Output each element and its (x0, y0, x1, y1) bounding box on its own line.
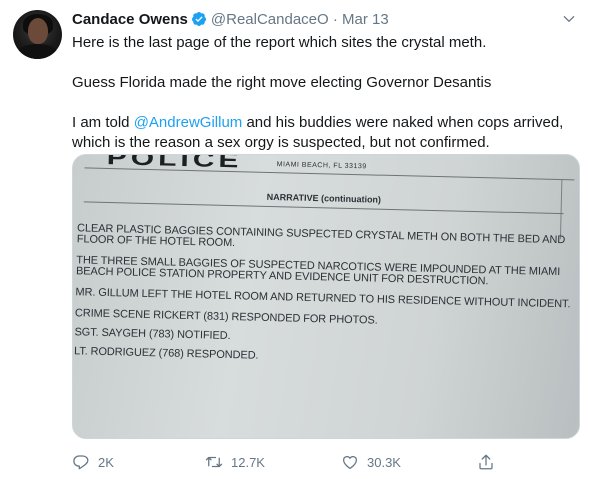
chevron-down-icon[interactable] (562, 12, 576, 26)
document-section-title: NARRATIVE (continuation) (266, 191, 382, 205)
tweet-line-3-prefix: I am told (72, 114, 134, 131)
retweet-icon (205, 456, 223, 468)
heart-icon (342, 456, 358, 470)
document-address: MIAMI BEACH, FL 33139 (276, 161, 367, 171)
avatar[interactable] (13, 10, 62, 59)
like-button[interactable]: 30.3K (341, 452, 401, 472)
verified-badge-icon (191, 12, 206, 26)
police-report-document: POLICE MIAMI BEACH, FL 33139 NARRATIVE (… (73, 155, 579, 438)
share-button[interactable] (477, 452, 503, 472)
avatar-face (28, 18, 48, 44)
retweet-count: 12.7K (231, 454, 265, 470)
like-count: 30.3K (367, 454, 401, 470)
tweet-line-3: I am told @AndrewGillum and his buddies … (72, 113, 577, 153)
document-paragraph: THE THREE SMALL BAGGIES OF SUSPECTED NAR… (75, 254, 561, 288)
reply-button[interactable]: 2K (72, 452, 114, 472)
document-body: CLEAR PLASTIC BAGGIES CONTAINING SUSPECT… (73, 222, 577, 377)
header-separator: · (332, 11, 338, 28)
retweet-button[interactable]: 12.7K (205, 452, 265, 472)
tweet-media-image[interactable]: POLICE MIAMI BEACH, FL 33139 NARRATIVE (… (72, 154, 580, 439)
tweet-header: Candace Owens @RealCandaceO · Mar 13 (72, 10, 580, 30)
author-name[interactable]: Candace Owens (72, 11, 188, 28)
share-icon (479, 454, 493, 470)
document-paragraph: MR. GILLUM LEFT THE HOTEL ROOM AND RETUR… (75, 286, 571, 311)
tweet-date[interactable]: Mar 13 (342, 11, 389, 28)
tweet-text: Here is the last page of the report whic… (72, 33, 577, 153)
mention-link[interactable]: @AndrewGillum (134, 114, 243, 131)
tweet-line-1: Here is the last page of the report whic… (72, 34, 487, 51)
author-handle[interactable]: @RealCandaceO (211, 11, 329, 28)
document-paragraph: CLEAR PLASTIC BAGGIES CONTAINING SUSPECT… (76, 222, 566, 250)
tweet-actions: 2K 12.7K 30.3K (72, 452, 572, 472)
reply-icon (73, 455, 89, 470)
document-paragraph: LT. RODRIGUEZ (768) RESPONDED. (73, 345, 259, 362)
tweet-line-2: Guess Florida made the right move electi… (72, 74, 492, 91)
avatar-shoulders (17, 44, 58, 59)
reply-count: 2K (98, 454, 114, 470)
